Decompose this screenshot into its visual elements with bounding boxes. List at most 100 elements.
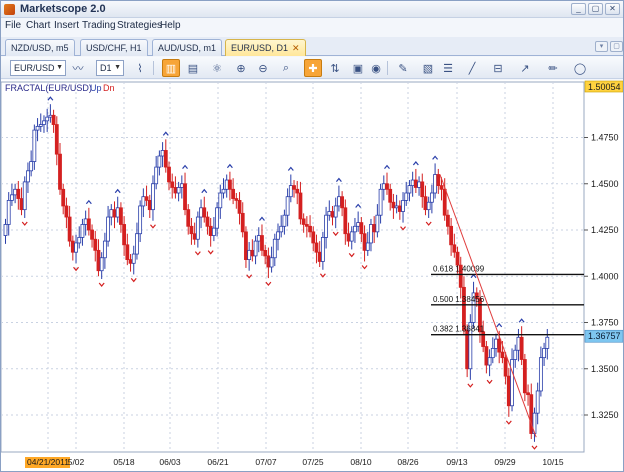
indicators-icon[interactable]: ⚛ bbox=[208, 59, 226, 77]
candle-body bbox=[192, 233, 197, 240]
chart-toolbar: EUR/USD ▼ 〰 D1 ▼ ⌇ ▥ ▤ ⚛ ⊕ ⊖ ⌕ ✚ ⇅ ▣ ◉ ✎ ▧… bbox=[1, 57, 623, 79]
x-tick-label: 06/03 bbox=[159, 457, 181, 467]
tab-label: AUD/USD, m1 bbox=[158, 43, 217, 53]
candle-body bbox=[337, 196, 341, 207]
candle-body bbox=[151, 183, 155, 211]
zoom-fit-icon[interactable]: ⌕ bbox=[277, 59, 295, 77]
candle-body bbox=[119, 207, 123, 225]
zoom-in-icon[interactable]: ⊕ bbox=[232, 59, 250, 77]
price-chart[interactable]: 1.4750 1.4500 1.4250 1.4000 1.3750 1.3500 1.32… bbox=[1, 80, 623, 471]
candle-body bbox=[208, 225, 213, 236]
menu-strategies[interactable]: Strategies bbox=[117, 20, 162, 31]
candle-body bbox=[218, 192, 223, 209]
pencil-icon[interactable]: ✎ bbox=[394, 59, 412, 77]
zoom-out-icon[interactable]: ⊖ bbox=[254, 59, 272, 77]
candle-body bbox=[115, 207, 120, 218]
fib-level-label: 0.500 1.38456 bbox=[433, 295, 485, 304]
menu-trading[interactable]: Trading bbox=[82, 20, 116, 31]
candle-body bbox=[343, 207, 348, 235]
candle-body bbox=[80, 224, 85, 238]
candle-body bbox=[311, 231, 316, 244]
x-tick-label: 07/25 bbox=[302, 457, 324, 467]
candle-body bbox=[484, 346, 489, 366]
line-chart-icon[interactable]: ⌇ bbox=[131, 59, 149, 77]
tab-restore-icon[interactable]: ▢ bbox=[610, 41, 623, 52]
y-tick-label: 1.3750 bbox=[591, 318, 619, 328]
candle-body bbox=[202, 207, 207, 218]
candle-body bbox=[29, 161, 34, 172]
crosshair-icon[interactable]: ✚ bbox=[304, 59, 322, 77]
tab-menu-icon[interactable]: ▾ bbox=[595, 41, 608, 52]
drawing-icon[interactable]: ✏ bbox=[544, 59, 562, 77]
candle-body bbox=[67, 216, 72, 242]
candle-body bbox=[45, 116, 50, 122]
candle-body bbox=[256, 235, 261, 242]
y-tick-label: 1.4250 bbox=[591, 225, 619, 235]
candle-body bbox=[58, 153, 62, 190]
trendline-icon[interactable]: ╱ bbox=[463, 59, 481, 77]
symbol-value: EUR/USD bbox=[14, 63, 55, 73]
menu-file[interactable]: File bbox=[5, 20, 21, 31]
tab-usdchf-h1[interactable]: USD/CHF, H1 bbox=[80, 39, 148, 56]
candle-body bbox=[279, 225, 284, 233]
candle-body bbox=[401, 200, 405, 212]
candle-body bbox=[446, 214, 450, 227]
image-icon[interactable]: ▧ bbox=[419, 59, 437, 77]
tab-audusd-m1[interactable]: AUD/USD, m1 bbox=[152, 39, 223, 56]
trade-icon[interactable]: ⇅ bbox=[326, 59, 344, 77]
y-tick-label: 1.3500 bbox=[591, 364, 619, 374]
x-tick-label: 08/26 bbox=[397, 457, 419, 467]
toolbar-separator bbox=[387, 61, 388, 75]
candle-body bbox=[465, 329, 470, 370]
chevron-down-icon: ▼ bbox=[114, 64, 121, 71]
chart-type-icon[interactable]: 〰 bbox=[69, 59, 87, 77]
candle-body bbox=[516, 336, 521, 351]
candle-body bbox=[195, 216, 200, 240]
bars-icon[interactable]: ▤ bbox=[184, 59, 202, 77]
candle-body bbox=[381, 183, 386, 190]
candle-body bbox=[391, 201, 396, 209]
tab-nzdusd-m5[interactable]: NZD/USD, m5 bbox=[5, 39, 75, 56]
candle-body bbox=[99, 257, 104, 272]
candle-body bbox=[455, 251, 460, 266]
candle-body bbox=[244, 231, 248, 261]
indicator-legend: FRACTAL(EUR/USD) bbox=[5, 83, 92, 93]
candle-body bbox=[417, 181, 421, 188]
tab-close-icon[interactable]: ✕ bbox=[292, 43, 300, 53]
tab-eurusd-d1[interactable]: EUR/USD, D1 ✕ bbox=[225, 39, 306, 56]
candle-body bbox=[6, 200, 11, 225]
window-controls: _ ▢ ✕ bbox=[571, 3, 620, 15]
ellipse-icon[interactable]: ◯ bbox=[571, 59, 589, 77]
candle-body bbox=[494, 338, 498, 349]
menu-chart[interactable]: Chart bbox=[26, 20, 50, 31]
symbol-select[interactable]: EUR/USD ▼ bbox=[10, 60, 66, 76]
candle-body bbox=[429, 192, 434, 203]
candle-body bbox=[147, 200, 152, 211]
candle-body bbox=[282, 214, 287, 227]
hline-icon[interactable]: ⊟ bbox=[489, 59, 507, 77]
candle-body bbox=[247, 249, 252, 261]
minimize-button[interactable]: _ bbox=[571, 3, 586, 15]
app-window: Marketscope 2.0 _ ▢ ✕ File Chart Insert … bbox=[0, 0, 624, 472]
candle-body bbox=[157, 155, 162, 168]
globe-icon[interactable]: ◉ bbox=[367, 59, 385, 77]
chart-area[interactable]: 1.4750 1.4500 1.4250 1.4000 1.3750 1.3500 1.32… bbox=[1, 80, 623, 471]
timeframe-select[interactable]: D1 ▼ bbox=[96, 60, 124, 76]
maximize-button[interactable]: ▢ bbox=[588, 3, 603, 15]
menu-insert[interactable]: Insert bbox=[54, 20, 79, 31]
window-icon[interactable]: ▣ bbox=[349, 59, 367, 77]
candle-body bbox=[269, 257, 274, 268]
tab-label: EUR/USD, D1 bbox=[231, 43, 289, 53]
title-bar: Marketscope 2.0 _ ▢ ✕ bbox=[1, 1, 623, 18]
menu-help[interactable]: Help bbox=[160, 20, 181, 31]
fib-icon[interactable]: ☰ bbox=[439, 59, 457, 77]
candle-body bbox=[215, 207, 219, 229]
ray-icon[interactable]: ↗ bbox=[516, 59, 534, 77]
candle-body bbox=[102, 240, 107, 259]
candle-body bbox=[433, 174, 437, 194]
candle-body bbox=[362, 233, 367, 251]
candles-icon[interactable]: ▥ bbox=[162, 59, 180, 77]
close-button[interactable]: ✕ bbox=[605, 3, 620, 15]
candle-body bbox=[442, 188, 447, 216]
candle-body bbox=[346, 233, 351, 242]
